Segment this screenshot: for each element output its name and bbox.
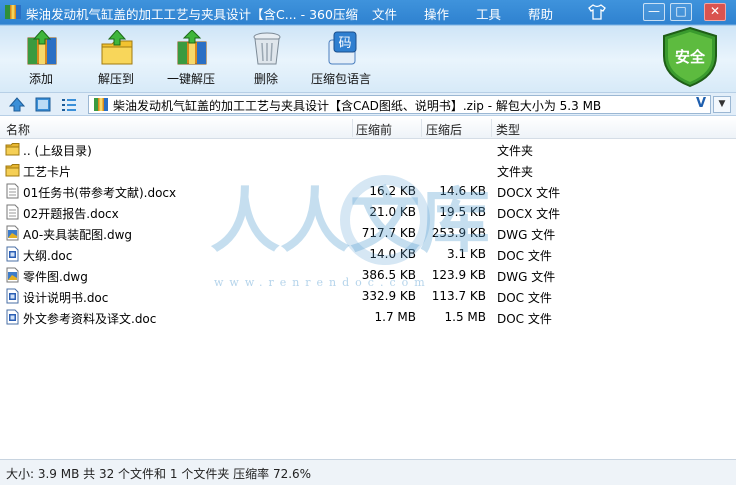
archive-app-icon [5,5,21,19]
toolbar-add-label: 添加 [28,72,53,86]
file-type: DOC 文件 [497,312,552,326]
file-unpacked-size: 113.7 KB [431,289,486,303]
file-name: 设计说明书.doc [23,291,109,305]
file-type: DOC 文件 [497,291,552,305]
folder-icon [5,164,20,177]
file-type: DOCX 文件 [497,207,561,221]
dwg-file-icon [6,267,19,283]
toolbar-archive-language-label: 压缩包语言 [310,72,371,86]
file-row[interactable]: 02开题报告.docx 21.0 KB 19.5 KB DOCX 文件 [0,202,736,223]
file-unpacked-size: 123.9 KB [431,268,486,282]
toolbar-delete-button[interactable]: 删除 [231,28,301,88]
menu-help[interactable]: 帮助 [528,4,553,23]
file-unpacked-size: 19.5 KB [439,205,486,219]
toolbar-delete-label: 删除 [253,72,278,86]
menu-tools[interactable]: 工具 [476,4,501,23]
watermark-url: www.renrendoc.com [214,276,431,289]
toolbar-one-click-extract-label: 一键解压 [166,72,215,86]
file-packed-size: 16.2 KB [369,184,416,198]
file-unpacked-size: 253.9 KB [431,226,486,240]
text-file-icon [6,204,19,220]
file-unpacked-size: 14.6 KB [439,184,486,198]
file-name: 零件图.dwg [23,270,88,284]
file-packed-size: 717.7 KB [361,226,416,240]
file-packed-size: 1.7 MB [374,310,416,324]
zip-file-icon [94,98,108,111]
file-name: 工艺卡片 [23,165,72,179]
v-check-icon[interactable]: V [696,96,706,111]
file-row[interactable]: .. (上级目录) 文件夹 [0,139,736,160]
up-arrow-icon[interactable] [8,96,26,113]
file-row[interactable]: A0-夹具装配图.dwg 717.7 KB 253.9 KB DWG 文件 [0,223,736,244]
extract-to-icon [101,30,133,65]
doc-file-icon [6,246,19,262]
file-name: 01任务书(带参考文献).docx [23,186,177,200]
doc-file-icon [6,288,19,304]
file-type: DOCX 文件 [497,186,561,200]
file-name: 外文参考资料及译文.doc [23,312,157,326]
column-header-packed[interactable]: 压缩前 [356,121,392,138]
file-packed-size: 14.0 KB [369,247,416,261]
file-row[interactable]: 工艺卡片 文件夹 [0,160,736,181]
status-bar: 大小: 3.9 MB 共 32 个文件和 1 个文件夹 压缩率 72.6% [0,459,736,485]
minimize-button[interactable]: — [643,3,665,21]
file-type: 文件夹 [497,144,534,158]
text-file-icon [6,183,19,199]
archive-language-glyph: 码 [338,36,351,51]
file-name: 大纲.doc [23,249,73,263]
file-type: 文件夹 [497,165,534,179]
dwg-file-icon [6,225,19,241]
column-divider[interactable] [491,119,492,137]
maximize-button[interactable]: □ [670,3,692,21]
file-type: DWG 文件 [497,270,556,284]
address-dropdown-button[interactable]: ▼ [713,96,731,113]
one-click-extract-icon [177,30,207,65]
add-archive-icon [27,30,57,65]
column-divider[interactable] [352,119,353,137]
column-header-unpacked[interactable]: 压缩后 [426,121,462,138]
menu-file[interactable]: 文件 [372,4,397,23]
file-unpacked-size: 3.1 KB [447,247,486,261]
archive-language-icon: 码 [328,31,357,65]
file-row[interactable]: 设计说明书.doc 332.9 KB 113.7 KB DOC 文件 [0,286,736,307]
toolbar-one-click-extract-button[interactable]: 一键解压 [156,28,226,88]
file-row[interactable]: 01任务书(带参考文献).docx 16.2 KB 14.6 KB DOCX 文件 [0,181,736,202]
thumbnail-view-icon[interactable] [34,96,52,113]
column-header-type[interactable]: 类型 [496,121,520,138]
address-row: 柴油发动机气缸盖的加工工艺与夹具设计【含CAD图纸、说明书】.zip - 解包大… [0,92,736,116]
window-title: 柴油发动机气缸盖的加工工艺与夹具设计【含C... - 360压缩 [26,7,358,22]
toolbar-add-button[interactable]: 添加 [6,28,76,88]
file-name: A0-夹具装配图.dwg [23,228,133,242]
menu-operate[interactable]: 操作 [424,4,449,23]
file-name: .. (上级目录) [23,144,92,158]
address-bar[interactable]: 柴油发动机气缸盖的加工工艺与夹具设计【含CAD图纸、说明书】.zip - 解包大… [88,95,711,114]
doc-file-icon [6,309,19,325]
file-packed-size: 332.9 KB [361,289,416,303]
status-text: 大小: 3.9 MB 共 32 个文件和 1 个文件夹 压缩率 72.6% [6,467,312,481]
archive-path-text: 柴油发动机气缸盖的加工工艺与夹具设计【含CAD图纸、说明书】.zip - 解包大… [113,99,602,113]
file-unpacked-size: 1.5 MB [444,310,486,324]
skin-shirt-icon[interactable] [588,4,606,20]
delete-trash-icon [253,32,281,65]
list-view-icon[interactable] [60,96,78,113]
safe-shield-icon[interactable]: 安全 [659,26,721,88]
column-divider[interactable] [421,119,422,137]
file-name: 02开题报告.docx [23,207,119,221]
toolbar-archive-language-button[interactable]: 码 压缩包语言 [306,28,376,88]
file-type: DOC 文件 [497,249,552,263]
column-header-name[interactable]: 名称 [6,121,30,138]
file-packed-size: 21.0 KB [369,205,416,219]
toolbar-extract-to-label: 解压到 [97,72,134,86]
file-row[interactable]: 外文参考资料及译文.doc 1.7 MB 1.5 MB DOC 文件 [0,307,736,328]
window-chrome: 柴油发动机气缸盖的加工工艺与夹具设计【含C... - 360压缩 文件 操作 工… [0,0,736,92]
toolbar-extract-to-button[interactable]: 解压到 [81,28,151,88]
file-type: DWG 文件 [497,228,556,242]
folder-icon [5,143,20,156]
list-header: 名称 压缩前 压缩后 类型 [0,117,736,139]
close-button[interactable]: ✕ [704,3,726,21]
safe-label: 安全 [675,48,706,66]
title-bar: 柴油发动机气缸盖的加工工艺与夹具设计【含C... - 360压缩 文件 操作 工… [0,0,736,24]
file-row[interactable]: 大纲.doc 14.0 KB 3.1 KB DOC 文件 [0,244,736,265]
